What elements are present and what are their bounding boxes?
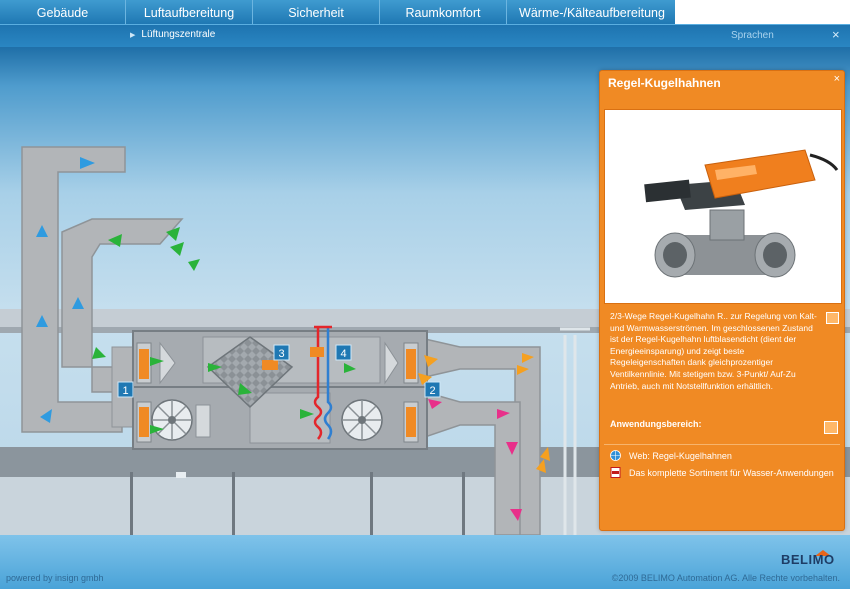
triangle-right-icon: ▶ (130, 32, 136, 39)
close-icon[interactable]: × (834, 73, 840, 85)
marker-1[interactable]: 1 (117, 381, 134, 398)
pdf-link[interactable]: Das komplette Sortiment für Wasser-Anwen… (629, 468, 834, 478)
top-bar-blank (675, 0, 850, 24)
marker-2-label: 2 (429, 385, 435, 397)
product-description: 2/3-Wege Regel-Kugelhahn R.. zur Regelun… (610, 311, 817, 391)
marker-2[interactable]: 2 (424, 381, 441, 398)
powered-by-link[interactable]: powered by insign gmbh (6, 573, 104, 583)
belimo-logo: BELIMO (781, 550, 839, 567)
product-info-panel: Regel-Kugelhahnen × 2/3-Wege Regel-Kugel… (599, 70, 845, 531)
footer: BELIMO powered by insign gmbh ©2009 BELI… (0, 535, 850, 589)
fan-right (341, 399, 383, 441)
tab-luftaufbereitung[interactable]: Luftaufbereitung (126, 0, 253, 24)
tab-waerme-kaelteaufbereitung[interactable]: Wärme-/Kälteaufbereitung (507, 0, 677, 24)
logo-text: BELIMO (781, 552, 835, 567)
breadcrumb-current: Lüftungszentrale (141, 29, 216, 40)
ball-valve-illustration (644, 149, 839, 278)
product-image (604, 109, 842, 304)
language-link[interactable]: Sprachen (731, 30, 774, 41)
marker-4[interactable]: 4 (335, 344, 352, 361)
marker-3-label: 3 (278, 348, 284, 360)
marker-4-label: 4 (340, 348, 346, 360)
tab-sicherheit[interactable]: Sicherheit (253, 0, 380, 24)
divider (604, 444, 840, 445)
marker-1-label: 1 (122, 385, 128, 397)
pdf-icon (610, 467, 621, 478)
exchanger-actuator (262, 360, 278, 370)
marker-3[interactable]: 3 (273, 344, 290, 361)
description-scroll-button[interactable] (826, 312, 839, 324)
valve-actuator (310, 347, 324, 357)
main-navigation: Gebäude Luftaufbereitung Sicherheit Raum… (0, 0, 675, 24)
breadcrumb[interactable]: ▶ Lüftungszentrale (130, 29, 215, 40)
globe-icon (610, 450, 621, 461)
web-link[interactable]: Web: Regel-Kugelhahnen (629, 451, 732, 461)
usage-heading: Anwendungsbereich: (610, 419, 702, 429)
tab-raumkomfort[interactable]: Raumkomfort (380, 0, 507, 24)
fan-left (151, 399, 193, 441)
usage-expand-button[interactable] (824, 421, 838, 434)
copyright-text: ©2009 BELIMO Automation AG. Alle Rechte … (611, 573, 840, 583)
tab-gebaeude[interactable]: Gebäude (0, 0, 126, 24)
panel-title: Regel-Kugelhahnen (608, 76, 721, 90)
sub-navigation: ▶ Lüftungszentrale Sprachen × (0, 24, 850, 47)
close-icon[interactable]: × (832, 27, 840, 42)
